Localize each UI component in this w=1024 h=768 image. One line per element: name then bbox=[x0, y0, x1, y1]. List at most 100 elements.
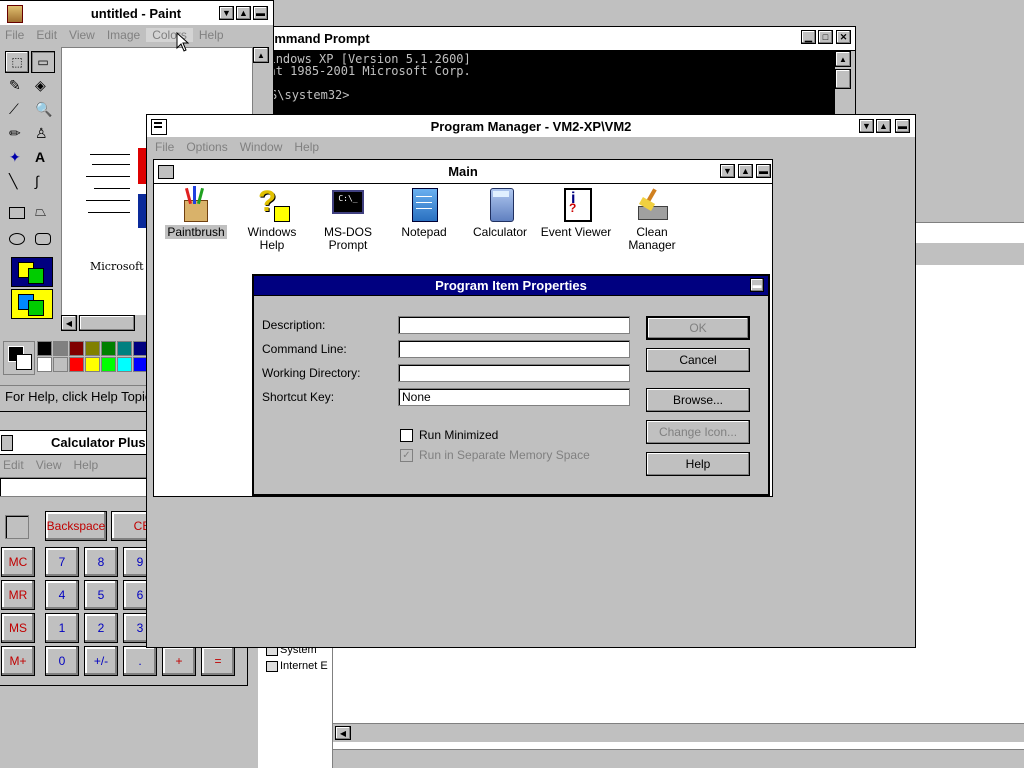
change-icon-button[interactable]: Change Icon... bbox=[646, 420, 750, 444]
decimal-button[interactable]: . bbox=[123, 646, 157, 676]
ellipse-icon[interactable] bbox=[9, 233, 25, 245]
program-windows-help[interactable]: ? Windows Help bbox=[234, 186, 310, 252]
color-swatch[interactable] bbox=[85, 341, 100, 356]
color-swatch[interactable] bbox=[101, 341, 116, 356]
main-group-titlebar[interactable]: Main ▼ ▲ ▬ bbox=[154, 160, 772, 184]
rectangle-icon[interactable] bbox=[9, 207, 25, 219]
command-line-field[interactable] bbox=[398, 340, 630, 358]
ms-button[interactable]: MS bbox=[1, 613, 35, 643]
help-button[interactable]: Help bbox=[646, 452, 750, 476]
scroll-up-icon[interactable]: ▲ bbox=[835, 51, 851, 67]
mc-button[interactable]: MC bbox=[1, 547, 35, 577]
color-swatch[interactable] bbox=[117, 357, 132, 372]
brush-icon[interactable]: ♙ bbox=[35, 125, 48, 142]
color-swatch[interactable] bbox=[85, 357, 100, 372]
color-swatch[interactable] bbox=[53, 341, 68, 356]
curve-icon[interactable]: ∫ bbox=[35, 173, 39, 189]
digit-8-button[interactable]: 8 bbox=[84, 547, 118, 577]
mr-button[interactable]: MR bbox=[1, 580, 35, 610]
dialog-titlebar[interactable]: Program Item Properties ▬ bbox=[254, 276, 768, 296]
digit-0-button[interactable]: 0 bbox=[45, 646, 79, 676]
close-button[interactable]: ▬ bbox=[895, 119, 910, 133]
fill-icon[interactable]: ◈ bbox=[35, 77, 46, 94]
digit-7-button[interactable]: 7 bbox=[45, 547, 79, 577]
picker-icon[interactable]: ⟋ bbox=[9, 101, 19, 118]
menu-edit[interactable]: Edit bbox=[30, 28, 63, 42]
menu-view[interactable]: View bbox=[30, 458, 68, 472]
explorer-hscrollbar[interactable]: ◀ bbox=[331, 723, 1024, 742]
color-swatch[interactable] bbox=[101, 357, 116, 372]
description-field[interactable] bbox=[398, 316, 630, 334]
color-swatch[interactable] bbox=[37, 357, 52, 372]
run-separate-memory-option[interactable]: ✓ Run in Separate Memory Space bbox=[400, 448, 590, 462]
menu-edit[interactable]: Edit bbox=[0, 458, 30, 472]
scroll-left-icon[interactable]: ◀ bbox=[335, 726, 351, 740]
color-swatch[interactable] bbox=[69, 341, 84, 356]
backspace-button[interactable]: Backspace bbox=[45, 511, 107, 541]
ok-button[interactable]: OK bbox=[646, 316, 750, 340]
text-icon[interactable]: A bbox=[35, 149, 45, 165]
polygon-icon[interactable]: ⏢ bbox=[35, 203, 46, 220]
program-msdos-prompt[interactable]: C:\_ MS-DOS Prompt bbox=[310, 186, 386, 252]
color-swatch[interactable] bbox=[117, 341, 132, 356]
option-opaque-icon[interactable] bbox=[11, 257, 53, 287]
cancel-button[interactable]: Cancel bbox=[646, 348, 750, 372]
maximize-button[interactable]: ▲ bbox=[236, 6, 251, 20]
equals-button[interactable]: = bbox=[201, 646, 235, 676]
minimize-button[interactable]: ▼ bbox=[859, 119, 874, 133]
line-icon[interactable]: ╲ bbox=[9, 173, 17, 190]
cmd-titlebar[interactable]: Command Prompt ▁ □ ✕ bbox=[249, 27, 855, 51]
scroll-left-icon[interactable]: ◀ bbox=[61, 315, 77, 331]
paint-titlebar[interactable]: untitled - Paint ▼ ▲ ▬ bbox=[0, 1, 273, 27]
program-event-viewer[interactable]: i ? Event Viewer bbox=[538, 186, 614, 239]
menu-file[interactable]: File bbox=[149, 140, 180, 154]
digit-4-button[interactable]: 4 bbox=[45, 580, 79, 610]
menu-window[interactable]: Window bbox=[234, 140, 289, 154]
close-button[interactable]: ✕ bbox=[836, 30, 851, 44]
checkbox-checked[interactable]: ✓ bbox=[400, 448, 413, 462]
minimize-button[interactable]: ▼ bbox=[720, 164, 735, 178]
tree-item-internet[interactable]: Internet E bbox=[266, 660, 328, 672]
program-clean-manager[interactable]: Clean Manager bbox=[614, 186, 690, 252]
progman-titlebar[interactable]: Program Manager - VM2-XP\VM2 ▼ ▲ ▬ bbox=[147, 115, 915, 139]
plus-button[interactable]: + bbox=[162, 646, 196, 676]
eraser-icon[interactable]: ✎ bbox=[9, 77, 21, 94]
menu-options[interactable]: Options bbox=[180, 140, 233, 154]
program-calculator[interactable]: Calculator bbox=[462, 186, 538, 239]
program-paintbrush[interactable]: Paintbrush bbox=[158, 186, 234, 239]
minimize-button[interactable]: ▁ bbox=[801, 30, 816, 44]
color-swatch[interactable] bbox=[53, 357, 68, 372]
magnifier-icon[interactable]: 🔍 bbox=[35, 101, 52, 118]
menu-help[interactable]: Help bbox=[288, 140, 325, 154]
close-button[interactable]: ▬ bbox=[253, 6, 268, 20]
option-transparent-icon[interactable] bbox=[11, 289, 53, 319]
checkbox[interactable] bbox=[400, 428, 413, 442]
airbrush-icon[interactable]: ✦ bbox=[9, 149, 21, 166]
menu-help[interactable]: Help bbox=[67, 458, 104, 472]
scroll-thumb[interactable] bbox=[835, 69, 851, 89]
rect-select-icon[interactable]: ▭ bbox=[31, 51, 55, 73]
shortcut-key-field[interactable]: None bbox=[398, 388, 630, 406]
browse-button[interactable]: Browse... bbox=[646, 388, 750, 412]
working-directory-field[interactable] bbox=[398, 364, 630, 382]
menu-image[interactable]: Image bbox=[101, 28, 146, 42]
digit-1-button[interactable]: 1 bbox=[45, 613, 79, 643]
digit-5-button[interactable]: 5 bbox=[84, 580, 118, 610]
scroll-thumb[interactable] bbox=[79, 315, 135, 331]
maximize-button[interactable]: ▲ bbox=[738, 164, 753, 178]
free-select-icon[interactable]: ⬚ bbox=[5, 51, 29, 73]
system-menu-button[interactable]: ▬ bbox=[750, 278, 764, 292]
run-minimized-option[interactable]: Run Minimized bbox=[400, 428, 498, 442]
digit-2-button[interactable]: 2 bbox=[84, 613, 118, 643]
restore-button[interactable]: ▬ bbox=[756, 164, 771, 178]
maximize-button[interactable]: □ bbox=[818, 30, 833, 44]
scroll-up-icon[interactable]: ▲ bbox=[253, 47, 269, 63]
color-swatch[interactable] bbox=[37, 341, 52, 356]
color-swatch[interactable] bbox=[69, 357, 84, 372]
program-notepad[interactable]: Notepad bbox=[386, 186, 462, 239]
plusminus-button[interactable]: +/- bbox=[84, 646, 118, 676]
menu-view[interactable]: View bbox=[63, 28, 101, 42]
menu-file[interactable]: File bbox=[0, 28, 30, 42]
mplus-button[interactable]: M+ bbox=[1, 646, 35, 676]
menu-help[interactable]: Help bbox=[193, 28, 230, 42]
